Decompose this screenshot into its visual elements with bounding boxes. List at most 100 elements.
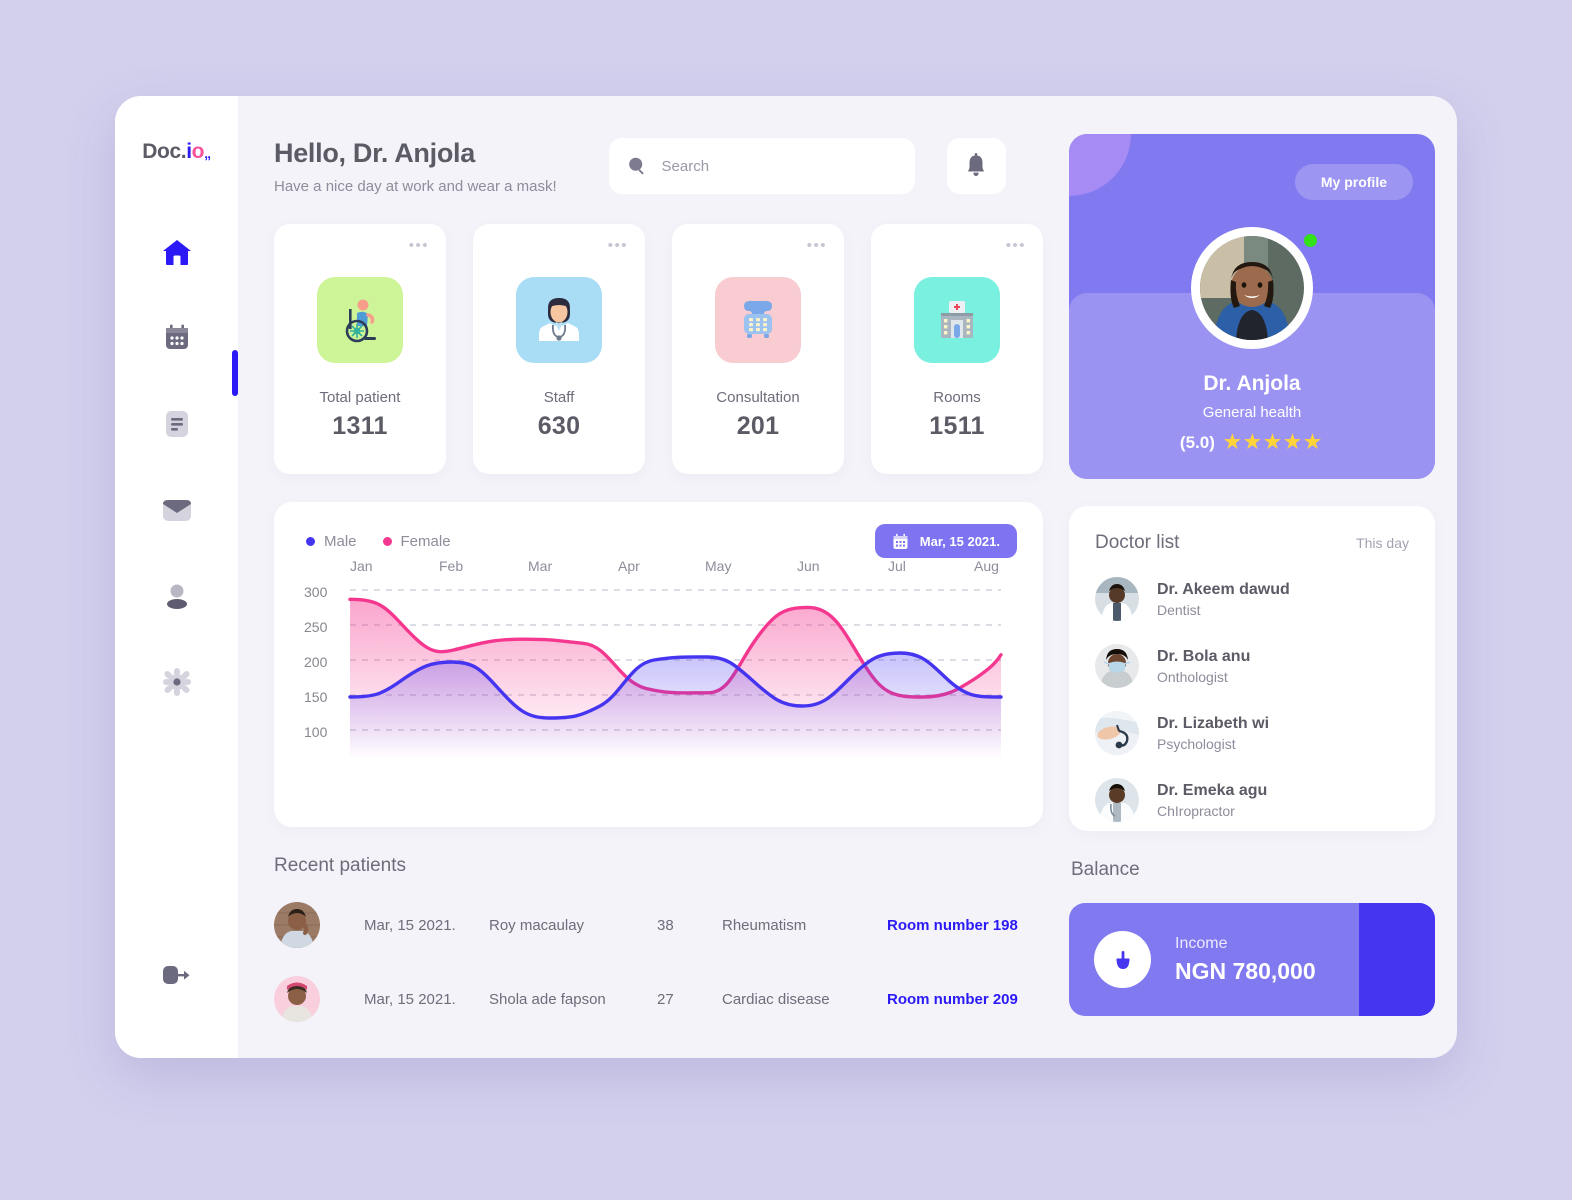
doctor-list-card: Doctor list This day Dr. Akeem dawud Den… [1069, 506, 1435, 831]
patient-age: 27 [657, 990, 674, 1008]
wheelchair-patient-icon [317, 277, 403, 363]
card-menu-button[interactable]: ••• [409, 237, 429, 254]
legend-item-female[interactable]: Female [382, 532, 451, 550]
sidebar: Doc.io„ [115, 96, 238, 1058]
doctor-specialty: Dentist [1157, 601, 1201, 618]
card-menu-button[interactable]: ••• [608, 237, 628, 254]
income-label: Income [1175, 934, 1228, 952]
doctor-avatar-4 [1095, 778, 1139, 822]
sidebar-item-mail[interactable] [154, 490, 200, 530]
logo-mark: „ [204, 145, 211, 161]
doctor-avatar-2 [1095, 644, 1139, 688]
legend-item-male[interactable]: Male [306, 533, 357, 550]
doctor-icon [516, 277, 602, 363]
doctor-info: Dr. Bola anu Onthologist [1157, 648, 1250, 685]
x-tick-jan: Jan [350, 558, 373, 574]
doctor-avatar-1 [1095, 577, 1139, 621]
chart-legend: Male Female [306, 533, 451, 550]
stat-label: Consultation [716, 389, 800, 406]
patient-room-link[interactable]: Room number 198 [887, 917, 1018, 934]
chart-plot-area: 300 250 200 150 100 Jan Feb Mar Apr May … [274, 558, 1043, 810]
list-item[interactable]: Dr. Emeka agu ChIropractor [1095, 778, 1409, 822]
stat-label: Rooms [933, 389, 981, 406]
list-item[interactable]: Dr. Bola anu Onthologist [1095, 644, 1409, 688]
stat-value: 1311 [332, 412, 388, 440]
doctor-avatar-3 [1095, 711, 1139, 755]
app-window: Doc.io„ Hello, Dr. Anjola Have a nice da… [115, 96, 1457, 1058]
chart-svg [348, 589, 1003, 758]
profile-name: Dr. Anjola [1203, 372, 1301, 395]
patients-chart-card: Male Female Mar, 15 2021. 300 250 200 15… [274, 502, 1043, 827]
sidebar-item-settings[interactable] [154, 662, 200, 702]
stat-card-total-patient[interactable]: ••• Total patient 1311 [274, 224, 446, 474]
stat-card-consultation[interactable]: ••• Consultation 201 [672, 224, 844, 474]
list-item[interactable]: Dr. Akeem dawud Dentist [1095, 577, 1409, 621]
search-input[interactable] [661, 157, 897, 175]
stat-value: 1511 [929, 412, 985, 440]
legend-dot-male [306, 536, 315, 546]
gear-icon [162, 668, 191, 696]
chart-area-male [350, 653, 1001, 758]
sidebar-item-home[interactable] [154, 232, 200, 272]
profile-role: General health [1202, 404, 1302, 421]
income-text-block: Income NGN 780,000 [1175, 935, 1316, 985]
profile-rating: (5.0) ★★★★★ [1069, 431, 1435, 454]
greeting-block: Hello, Dr. Anjola Have a nice day at wor… [274, 138, 557, 195]
main-content: Hello, Dr. Anjola Have a nice day at wor… [238, 96, 1457, 1058]
document-icon [165, 411, 188, 437]
mail-icon [162, 500, 191, 521]
doctor-specialty: Onthologist [1157, 668, 1228, 685]
x-tick-jun: Jun [797, 558, 820, 574]
list-item[interactable]: Dr. Lizabeth wi Psychologist [1095, 711, 1409, 755]
patient-condition: Rheumatism [722, 916, 807, 934]
right-column: My profile Dr. Anjola General health (5.… [1069, 134, 1435, 1016]
doctor-info: Dr. Akeem dawud Dentist [1157, 581, 1290, 618]
sidebar-item-logout[interactable] [115, 962, 238, 988]
income-card-accent-panel [1359, 903, 1435, 1016]
legend-dot-female [382, 536, 392, 546]
sidebar-item-documents[interactable] [154, 404, 200, 444]
doctor-specialty: Psychologist [1157, 735, 1236, 752]
doctor-specialty: ChIropractor [1157, 802, 1235, 819]
x-tick-jul: Jul [888, 558, 906, 574]
stat-card-rooms[interactable]: ••• Rooms 1511 [871, 224, 1043, 474]
doctor-list-title: Doctor list [1095, 532, 1180, 553]
chart-date-label: Mar, 15 2021. [919, 533, 1000, 549]
patient-name: Shola ade fapson [489, 990, 606, 1008]
bell-icon [968, 153, 985, 176]
patient-date: Mar, 15 2021. [364, 916, 456, 934]
x-tick-apr: Apr [618, 558, 640, 574]
page-title: Hello, Dr. Anjola [274, 138, 475, 168]
patient-avatar-2 [274, 976, 320, 1022]
my-profile-button[interactable]: My profile [1294, 164, 1413, 200]
income-card[interactable]: Income NGN 780,000 [1069, 903, 1435, 1016]
legend-label-female: Female [400, 532, 451, 550]
status-badge [1304, 234, 1317, 247]
avatar[interactable] [1191, 227, 1313, 349]
patient-condition: Cardiac disease [722, 990, 830, 1008]
income-value: NGN 780,000 [1175, 957, 1316, 984]
sidebar-item-profile[interactable] [154, 576, 200, 616]
doctor-info: Dr. Emeka agu ChIropractor [1157, 782, 1267, 819]
rating-stars: ★★★★★ [1223, 432, 1325, 453]
stat-value: 630 [537, 412, 581, 440]
doctor-list-filter[interactable]: This day [1356, 535, 1409, 551]
card-menu-button[interactable]: ••• [1006, 237, 1026, 254]
notification-button[interactable] [946, 138, 1006, 194]
patient-room-link[interactable]: Room number 209 [887, 991, 1018, 1008]
card-menu-button[interactable]: ••• [807, 237, 827, 254]
hospital-icon [914, 277, 1000, 363]
doctor-info: Dr. Lizabeth wi Psychologist [1157, 715, 1269, 752]
profile-decor-blob [1069, 134, 1131, 196]
chart-date-filter-button[interactable]: Mar, 15 2021. [874, 524, 1017, 558]
search-box[interactable] [608, 138, 915, 194]
page-subtitle: Have a nice day at work and wear a mask! [274, 178, 557, 195]
avatar-image [1200, 236, 1304, 340]
stat-card-staff[interactable]: ••• Staff 630 [473, 224, 645, 474]
doctor-name: Dr. Emeka agu [1157, 781, 1268, 799]
doctor-name: Dr. Bola anu [1157, 647, 1251, 665]
patient-avatar-1 [274, 902, 320, 948]
sidebar-item-calendar[interactable] [154, 318, 200, 358]
logout-icon [162, 966, 189, 984]
x-tick-feb: Feb [439, 558, 464, 574]
